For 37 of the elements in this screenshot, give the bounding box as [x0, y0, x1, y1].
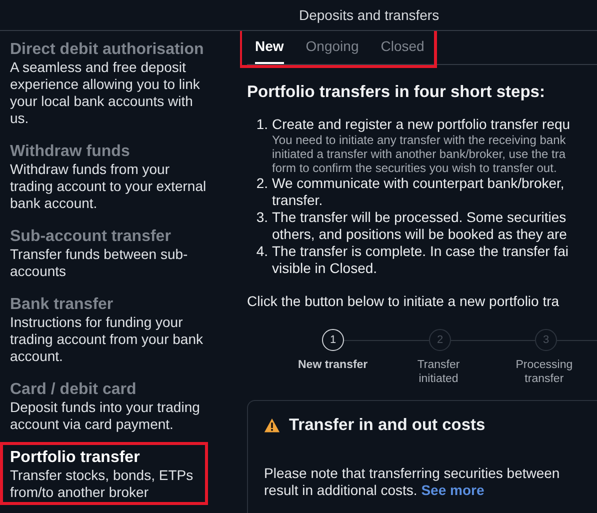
step-note: You need to initiate any transfer with the receiving bank initiated a transfer with another bank/broker, use the tra form to confirm the securities you wish to transfer out.: [272, 133, 567, 175]
step-number: 2.: [255, 175, 269, 193]
step-text: The transfer is complete. In case the transfer fai visible in Closed.: [272, 243, 568, 277]
tab[interactable]: New: [255, 31, 284, 64]
tab[interactable]: Ongoing: [306, 31, 359, 64]
sidebar-item-title[interactable]: Withdraw funds: [10, 142, 210, 161]
sidebar-item-description: Instructions for funding your trading account from your bank account.: [10, 314, 204, 365]
step-circle: 1: [322, 329, 344, 351]
step-label: Processing transfer: [514, 358, 574, 386]
tab[interactable]: Closed: [380, 31, 424, 64]
notice-title: Transfer in and out costs: [289, 416, 486, 435]
warning-icon: [264, 418, 280, 433]
sidebar-item-title[interactable]: Portfolio transfer: [10, 448, 210, 467]
section-heading: Portfolio transfers in four short steps:: [247, 82, 546, 102]
sidebar-item-title[interactable]: Direct debit authorisation: [10, 40, 210, 59]
see-more-link[interactable]: See more: [421, 482, 484, 498]
step-number: 1.: [255, 116, 269, 134]
step-text: Create and register a new portfolio transfer requ: [272, 116, 570, 133]
step-text: We communicate with counterpart bank/broker, transfer.: [272, 175, 564, 209]
sidebar-item-title[interactable]: Sub-account transfer: [10, 227, 210, 246]
step-circle: 2: [429, 329, 451, 351]
notice-text: Please note that transferring securities between result in additional costs. See more: [264, 465, 561, 499]
step-label: New transfer: [297, 358, 369, 373]
step-number: 3.: [255, 209, 269, 227]
instruction-text: Click the button below to initiate a new portfolio tra: [247, 293, 560, 310]
sidebar-item-description: Transfer funds between sub- accounts: [10, 246, 189, 280]
sidebar-item-description: A seamless and free deposit experience allowing you to link your local bank accounts with us.: [10, 59, 201, 127]
step-label: Transfer initiated: [416, 358, 461, 386]
step-text: The transfer will be processed. Some securities others, and positions will be booked as they are: [272, 209, 567, 243]
step-circle: 3: [535, 329, 557, 351]
sidebar-item-description: Deposit funds into your trading account via card payment.: [10, 399, 201, 433]
sidebar-item-title[interactable]: Card / debit card: [10, 380, 210, 399]
sidebar-item-description: Transfer stocks, bonds, ETPs from/to another broker: [10, 467, 194, 501]
step-number: 4.: [255, 243, 269, 261]
sidebar-item-title[interactable]: Bank transfer: [10, 295, 210, 314]
window-title: Deposits and transfers: [299, 7, 440, 23]
sidebar-item-description: Withdraw funds from your trading account to your external bank account.: [10, 161, 208, 212]
